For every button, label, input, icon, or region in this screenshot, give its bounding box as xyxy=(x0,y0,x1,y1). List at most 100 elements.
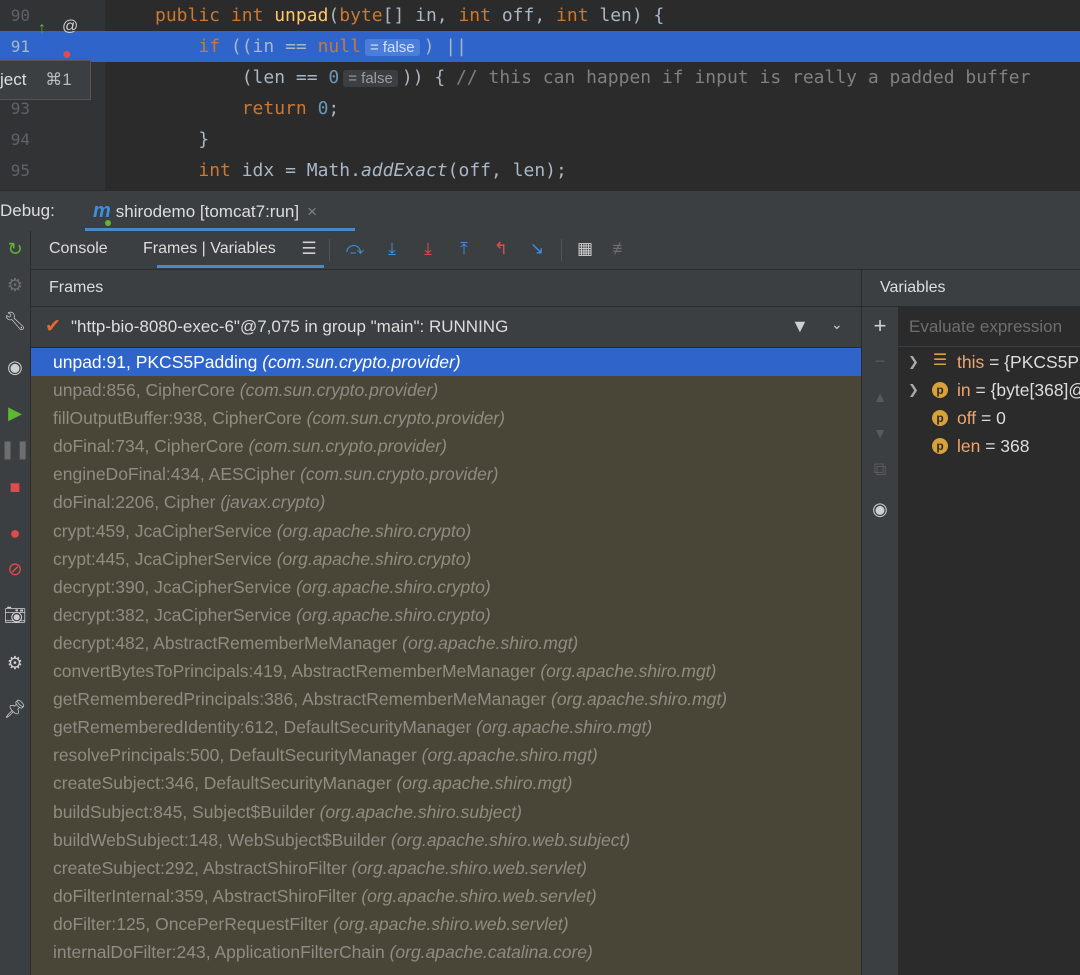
stack-frame[interactable]: crypt:459, JcaCipherService (org.apache.… xyxy=(31,517,861,545)
code-text[interactable]: public int unpad(byte[] in, int off, int… xyxy=(155,0,664,31)
code-line[interactable]: 93 return 0; xyxy=(0,93,1080,124)
code-editor[interactable]: 90 public int unpad(byte[] in, int off, i… xyxy=(0,0,1080,190)
variable-row[interactable]: ❯ ☰ this = {PKCS5Padding@7088} xyxy=(898,348,1080,376)
stack-frame[interactable]: createSubject:292, AbstractShiroFilter (… xyxy=(31,854,861,882)
view-watches-icon[interactable]: ◉ xyxy=(862,499,898,520)
code-line[interactable]: 92 (len == 0= false)) { // this can happ… xyxy=(0,62,1080,93)
step-out-icon[interactable]: ⤒ xyxy=(452,237,476,261)
code-text[interactable]: } xyxy=(155,124,209,155)
variables-list[interactable]: ❯☰this = {PKCS5Padding@7088}❯pin = {byte… xyxy=(898,348,1080,975)
stack-frame[interactable]: doFilter:125, OncePerRequestFilter (org.… xyxy=(31,910,861,938)
view-breakpoints-icon[interactable]: ● xyxy=(0,521,30,545)
line-number[interactable]: 95 xyxy=(0,155,30,186)
close-icon[interactable]: × xyxy=(307,202,317,221)
code-line[interactable]: 95 int idx = Math.addExact(off, len); xyxy=(0,155,1080,186)
stack-frame[interactable]: decrypt:482, AbstractRememberMeManager (… xyxy=(31,629,861,657)
duplicate-icon[interactable]: ⧉ xyxy=(862,459,898,480)
run-to-cursor-icon[interactable]: ↘ xyxy=(525,237,549,261)
stack-frame[interactable]: getRememberedPrincipals:386, AbstractRem… xyxy=(31,685,861,713)
frame-package: (org.apache.shiro.mgt) xyxy=(402,632,579,653)
tooltip-shortcut: ⌘1 xyxy=(45,70,72,89)
layout-menu-icon[interactable]: ☰ xyxy=(297,237,321,261)
active-subtab-indicator xyxy=(157,265,324,268)
debug-session-tab[interactable]: m shirodemo [tomcat7:run] × xyxy=(85,191,325,231)
modify-run-config-icon[interactable]: ⚙ xyxy=(0,273,30,297)
stack-frame[interactable]: buildSubject:845, Subject$Builder (org.a… xyxy=(31,798,861,826)
mute-breakpoints-icon[interactable]: ⊘ xyxy=(0,557,30,581)
frame-package: (org.apache.shiro.web.servlet) xyxy=(333,913,569,934)
expand-chevron-icon[interactable]: ❯ xyxy=(908,348,919,376)
frames-list[interactable]: unpad:91, PKCS5Padding (com.sun.crypto.p… xyxy=(31,348,861,975)
camera-icon[interactable]: 📷︎ xyxy=(0,603,30,627)
stack-frame[interactable]: resolvePrincipals:500, DefaultSecurityMa… xyxy=(31,741,861,769)
variable-text: this = {PKCS5Padding@7088} xyxy=(957,348,1080,376)
code-line[interactable]: 90 public int unpad(byte[] in, int off, i… xyxy=(0,0,1080,31)
line-number[interactable]: 90 xyxy=(0,0,30,31)
code-token: ( xyxy=(328,5,340,26)
override-marker-icon[interactable]: ↑ xyxy=(38,20,46,38)
stack-frame[interactable]: createSubject:346, DefaultSecurityManage… xyxy=(31,769,861,797)
frame-package: (org.apache.shiro.crypto) xyxy=(276,520,472,541)
frame-package: (com.sun.crypto.provider) xyxy=(306,408,505,429)
drop-frame-icon[interactable]: ↰ xyxy=(489,237,513,261)
trace-icon[interactable]: ≢ xyxy=(609,237,633,261)
variable-row[interactable]: ❯pin = {byte[368]@7089} xyxy=(898,376,1080,404)
step-into-icon[interactable]: ⤓ xyxy=(416,237,440,261)
stack-frame[interactable]: fillOutputBuffer:938, CipherCore (com.su… xyxy=(31,404,861,432)
code-line[interactable]: 94 } xyxy=(0,124,1080,155)
line-number[interactable]: 91 xyxy=(0,31,30,62)
stack-frame[interactable]: engineDoFinal:434, AESCipher (com.sun.cr… xyxy=(31,460,861,488)
move-down-icon[interactable]: ▼ xyxy=(862,425,898,441)
stack-frame[interactable]: unpad:91, PKCS5Padding (com.sun.crypto.p… xyxy=(31,348,861,377)
add-watch-icon[interactable]: + xyxy=(862,313,898,339)
move-up-icon[interactable]: ▲ xyxy=(862,389,898,405)
resume-icon[interactable]: ▶ xyxy=(0,401,30,425)
stop-icon[interactable]: ■ xyxy=(0,475,30,499)
tab-frames-variables[interactable]: Frames | Variables xyxy=(143,231,276,267)
thread-selector[interactable]: ✔ "http-bio-8080-exec-6"@7,075 in group … xyxy=(31,307,861,348)
stack-frame[interactable]: internalDoFilter:243, ApplicationFilterC… xyxy=(31,938,861,966)
stack-frame[interactable]: crypt:445, JcaCipherService (org.apache.… xyxy=(31,545,861,573)
stack-frame[interactable]: getRememberedIdentity:612, DefaultSecuri… xyxy=(31,713,861,741)
remove-watch-icon[interactable]: − xyxy=(862,351,898,372)
chevron-down-icon[interactable]: ⌄ xyxy=(831,316,843,333)
variable-row[interactable]: p len = 368 xyxy=(898,432,1080,460)
pin-icon[interactable]: 📌︎ xyxy=(0,697,30,721)
frame-package: (org.apache.catalina.core) xyxy=(389,941,593,962)
code-token: (len == xyxy=(155,67,329,88)
code-line[interactable]: 91 if ((in == null = false) || xyxy=(0,31,1080,62)
expand-chevron-icon[interactable]: ❯ xyxy=(908,376,919,404)
code-token: int xyxy=(458,5,491,26)
frame-method: unpad:91, PKCS5Padding xyxy=(53,352,263,372)
rerun-icon[interactable]: ↻ xyxy=(0,237,30,261)
stack-frame[interactable]: buildWebSubject:148, WebSubject$Builder … xyxy=(31,826,861,854)
show-execution-point-icon[interactable]: ⤼ xyxy=(343,237,367,261)
view-options-icon[interactable]: ◉ xyxy=(0,355,30,379)
stack-frame[interactable]: doFinal:734, CipherCore (com.sun.crypto.… xyxy=(31,432,861,460)
step-over-icon[interactable]: ⤓ xyxy=(380,237,404,261)
stack-frame[interactable]: decrypt:382, JcaCipherService (org.apach… xyxy=(31,601,861,629)
code-token: )) { xyxy=(401,67,457,88)
evaluate-expression-icon[interactable]: ▦ xyxy=(573,237,597,261)
code-text[interactable]: int idx = Math.addExact(off, len); xyxy=(155,155,567,186)
settings-icon[interactable]: ⚙ xyxy=(0,651,30,675)
variables-side-toolbar: + − ▲ ▼ ⧉ ◉ xyxy=(861,307,898,975)
stack-frame[interactable]: unpad:856, CipherCore (com.sun.crypto.pr… xyxy=(31,376,861,404)
variable-row[interactable]: p off = 0 xyxy=(898,404,1080,432)
code-text[interactable]: (len == 0 = false)) { // this can happen … xyxy=(155,62,1031,94)
code-text[interactable]: return 0; xyxy=(155,93,340,124)
stack-frame[interactable]: doFinal:2206, Cipher (javax.crypto) xyxy=(31,488,861,516)
evaluate-expression-input[interactable]: Evaluate expression xyxy=(898,307,1080,347)
code-token: (off, len); xyxy=(447,160,567,181)
code-text[interactable]: if ((in == null = false) || xyxy=(155,31,467,63)
stack-frame[interactable]: decrypt:390, JcaCipherService (org.apach… xyxy=(31,573,861,601)
stack-frame[interactable]: doFilterInternal:359, AbstractShiroFilte… xyxy=(31,882,861,910)
wrench-icon[interactable]: 🔧︎ xyxy=(0,309,30,333)
annotation-icon[interactable]: @ xyxy=(62,18,78,36)
tab-console[interactable]: Console xyxy=(49,231,108,267)
code-token: 0 xyxy=(328,67,340,88)
filter-icon[interactable]: ▼ xyxy=(791,316,809,337)
stack-frame[interactable]: convertBytesToPrincipals:419, AbstractRe… xyxy=(31,657,861,685)
line-number[interactable]: 94 xyxy=(0,124,30,155)
pause-icon[interactable]: ❚❚ xyxy=(0,437,30,461)
